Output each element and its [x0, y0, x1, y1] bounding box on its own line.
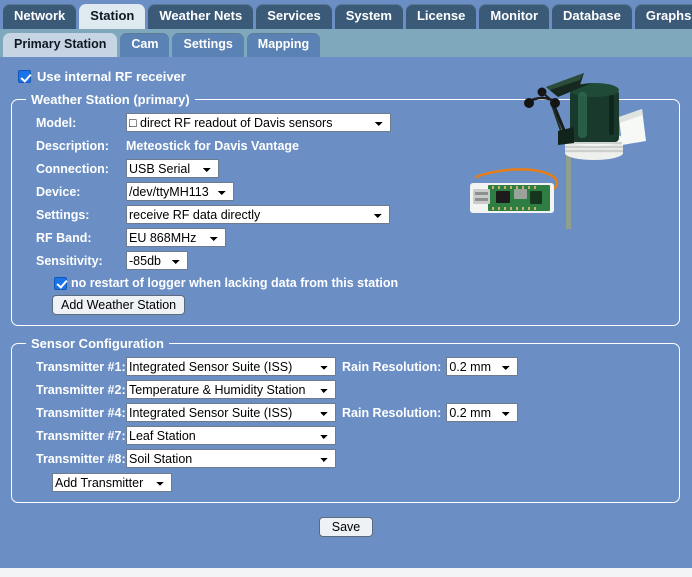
use-internal-rf-checkbox[interactable] [18, 70, 31, 83]
add-transmitter-row: Add Transmitter [22, 470, 669, 492]
weather-station-fieldset: Weather Station (primary) Model: □ direc… [11, 92, 680, 326]
tab-station[interactable]: Station [79, 4, 146, 29]
description-value: Meteostick for Davis Vantage [126, 138, 299, 153]
add-weather-station-button[interactable]: Add Weather Station [52, 295, 186, 315]
rf-band-select[interactable]: EU 868MHz [126, 228, 226, 247]
model-label: Model: [36, 115, 77, 130]
page-content: Use internal RF receiver Weather Station… [0, 57, 692, 577]
transmitter-2-label: Transmitter #2: [36, 382, 126, 397]
no-restart-checkbox[interactable] [54, 276, 67, 290]
transmitter-4-label: Transmitter #4: [36, 405, 126, 420]
settings-label: Settings: [36, 207, 90, 222]
sensor-configuration-legend: Sensor Configuration [31, 336, 164, 351]
use-internal-rf-label: Use internal RF receiver [37, 69, 186, 84]
page-footer [0, 568, 692, 577]
save-button[interactable]: Save [318, 517, 374, 537]
transmitter-1-select[interactable]: Integrated Sensor Suite (ISS) [126, 357, 336, 376]
subtab-mapping[interactable]: Mapping [246, 33, 321, 57]
transmitter-row: Transmitter #1: Integrated Sensor Suite … [22, 355, 669, 378]
no-restart-row: no restart of logger when lacking data f… [22, 272, 669, 295]
description-row: Description: Meteostick for Davis Vantag… [22, 134, 669, 157]
subtab-settings[interactable]: Settings [172, 33, 244, 57]
connection-label: Connection: [36, 161, 109, 176]
rain-resolution-1-select[interactable]: 0.2 mm [446, 357, 519, 376]
transmitter-8-select[interactable]: Soil Station [126, 449, 336, 468]
transmitter-8-label: Transmitter #8: [36, 451, 126, 466]
tab-database[interactable]: Database [552, 4, 632, 29]
sub-tab-bar: Primary Station Cam Settings Mapping [0, 29, 692, 57]
transmitter-7-label: Transmitter #7: [36, 428, 126, 443]
rain-resolution-1-label: Rain Resolution: [342, 359, 442, 374]
weather-station-legend: Weather Station (primary) [31, 92, 190, 107]
tab-system[interactable]: System [334, 4, 403, 29]
sensitivity-select[interactable]: -85db [126, 251, 188, 270]
transmitter-2-select[interactable]: Temperature & Humidity Station [126, 380, 336, 399]
settings-row: Settings: receive RF data directly [22, 203, 669, 226]
rain-resolution-4-label: Rain Resolution: [342, 405, 442, 420]
rain-resolution-4-select[interactable]: 0.2 mm [446, 403, 519, 422]
device-row: Device: /dev/ttyMH113 [22, 180, 669, 203]
model-row: Model: □ direct RF readout of Davis sens… [22, 111, 669, 134]
device-label: Device: [36, 184, 81, 199]
model-select[interactable]: □ direct RF readout of Davis sensors [126, 113, 391, 132]
connection-row: Connection: USB Serial [22, 157, 669, 180]
transmitter-row: Transmitter #4: Integrated Sensor Suite … [22, 401, 669, 424]
tab-graphs[interactable]: Graphs [634, 4, 692, 29]
sensor-configuration-fieldset: Sensor Configuration Transmitter #1: Int… [11, 336, 680, 503]
use-internal-rf-row: Use internal RF receiver [0, 57, 692, 92]
subtab-cam[interactable]: Cam [120, 33, 170, 57]
save-bar: Save [0, 503, 692, 537]
transmitter-row: Transmitter #2: Temperature & Humidity S… [22, 378, 669, 401]
subtab-primary-station[interactable]: Primary Station [3, 33, 118, 57]
add-transmitter-select[interactable]: Add Transmitter [52, 473, 172, 492]
description-label: Description: [36, 138, 109, 153]
station-settings-page: Network Station Weather Nets Services Sy… [0, 0, 692, 577]
transmitter-7-select[interactable]: Leaf Station [126, 426, 336, 445]
connection-select[interactable]: USB Serial [126, 159, 219, 178]
settings-select[interactable]: receive RF data directly [126, 205, 390, 224]
tab-license[interactable]: License [405, 4, 477, 29]
tab-monitor[interactable]: Monitor [479, 4, 550, 29]
tab-weather-nets[interactable]: Weather Nets [148, 4, 254, 29]
device-select[interactable]: /dev/ttyMH113 [126, 182, 234, 201]
main-tab-bar: Network Station Weather Nets Services Sy… [0, 0, 692, 29]
transmitter-row: Transmitter #7: Leaf Station [22, 424, 669, 447]
transmitter-4-select[interactable]: Integrated Sensor Suite (ISS) [126, 403, 336, 422]
transmitter-1-label: Transmitter #1: [36, 359, 126, 374]
tab-services[interactable]: Services [256, 4, 332, 29]
sensitivity-label: Sensitivity: [36, 253, 103, 268]
rf-band-label: RF Band: [36, 230, 92, 245]
transmitter-row: Transmitter #8: Soil Station [22, 447, 669, 470]
no-restart-label: no restart of logger when lacking data f… [71, 276, 399, 290]
sensitivity-row: Sensitivity: -85db [22, 249, 669, 272]
rf-band-row: RF Band: EU 868MHz [22, 226, 669, 249]
tab-network[interactable]: Network [3, 4, 77, 29]
